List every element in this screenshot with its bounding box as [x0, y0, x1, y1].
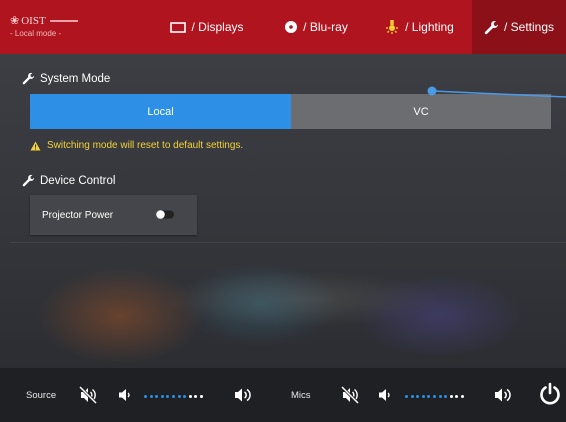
- header-bar: ❀ OIST - Local mode - / Displays / Blu-r…: [0, 0, 566, 54]
- source-volume-up-icon[interactable]: [234, 386, 254, 404]
- light-icon: [386, 20, 399, 34]
- source-level-dot: [199, 394, 203, 398]
- device-control-heading: Device Control: [22, 174, 115, 187]
- logo-name: OIST: [21, 14, 46, 27]
- wrench-icon: [484, 20, 498, 34]
- mode-warning: Switching mode will reset to default set…: [30, 140, 243, 151]
- footer-bar: Source Mics: [0, 368, 566, 422]
- oist-emblem-icon: ❀: [10, 15, 20, 27]
- system-mode-title: System Mode: [40, 72, 111, 85]
- mode-subtitle: - Local mode -: [10, 29, 62, 38]
- source-level-dot: [155, 394, 159, 398]
- logo: ❀ OIST - Local mode -: [10, 14, 78, 38]
- source-level-dot: [183, 394, 187, 398]
- power-icon[interactable]: [538, 382, 562, 406]
- mics-level-dot: [444, 394, 448, 398]
- tab-displays-label: / Displays: [191, 20, 244, 34]
- tab-displays[interactable]: / Displays: [148, 0, 266, 54]
- disc-icon: [285, 21, 298, 33]
- tab-bluray[interactable]: / Blu-ray: [266, 0, 366, 54]
- mics-volume-level[interactable]: [405, 393, 467, 399]
- source-volume-down-icon[interactable]: [118, 387, 132, 403]
- mics-mute-icon[interactable]: [340, 385, 360, 405]
- touch-pointer-indicator: [427, 86, 566, 98]
- mics-level-dot: [427, 394, 431, 398]
- projector-power-label: Projector Power: [42, 209, 114, 221]
- projector-power-card: Projector Power: [30, 195, 197, 235]
- tab-settings[interactable]: / Settings: [472, 0, 566, 54]
- tab-settings-label: / Settings: [503, 20, 555, 34]
- system-mode-heading: System Mode: [22, 72, 110, 85]
- mode-local-label: Local: [147, 105, 174, 118]
- mics-label: Mics: [291, 390, 311, 401]
- mics-level-dot: [410, 394, 414, 398]
- source-level-dot: [188, 394, 192, 398]
- logo-fine-print: [49, 19, 78, 22]
- mics-level-dot: [438, 394, 442, 398]
- mics-level-dot: [455, 394, 459, 398]
- mics-level-dot: [460, 394, 464, 398]
- source-level-dot: [160, 394, 164, 398]
- mics-volume-up-icon[interactable]: [494, 386, 514, 404]
- source-label: Source: [26, 390, 57, 401]
- source-level-dot: [149, 394, 153, 398]
- mics-level-dot: [432, 394, 436, 398]
- source-level-dot: [166, 394, 170, 398]
- projector-power-toggle[interactable]: [156, 210, 174, 219]
- source-level-dot: [171, 394, 175, 398]
- mode-local-button[interactable]: Local: [30, 94, 291, 129]
- display-icon: [170, 21, 187, 33]
- content-divider: [10, 242, 566, 243]
- device-control-title: Device Control: [40, 174, 116, 187]
- mics-level-dot: [405, 394, 408, 398]
- source-level-dot: [194, 394, 198, 398]
- mics-level-dot: [421, 394, 425, 398]
- mics-level-dot: [449, 394, 453, 398]
- tab-lighting-label: / Lighting: [405, 20, 454, 34]
- source-mute-icon[interactable]: [78, 385, 98, 405]
- source-volume-level[interactable]: [144, 393, 206, 399]
- warning-icon: [30, 141, 41, 150]
- tab-lighting[interactable]: / Lighting: [366, 0, 472, 54]
- mics-level-dot: [416, 394, 420, 398]
- source-level-dot: [177, 394, 181, 398]
- wrench-icon: [22, 174, 35, 187]
- mode-warning-text: Switching mode will reset to default set…: [47, 140, 244, 151]
- source-level-dot: [144, 394, 147, 398]
- mode-vc-label: VC: [413, 105, 429, 118]
- wrench-icon: [22, 72, 35, 85]
- mics-volume-down-icon[interactable]: [378, 387, 392, 403]
- tab-bluray-label: / Blu-ray: [303, 20, 348, 34]
